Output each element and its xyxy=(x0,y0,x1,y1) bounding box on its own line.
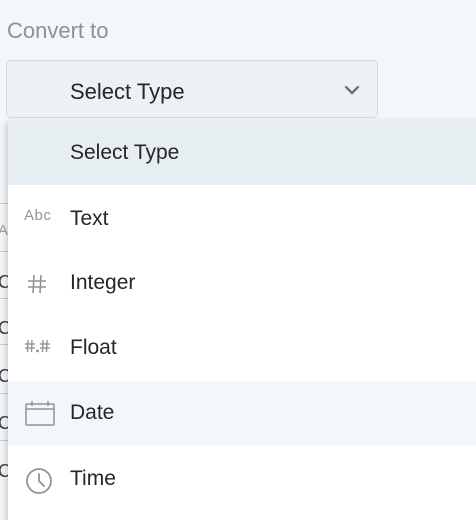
type-dropdown-menu: Select Type Abc Text Integer Float Date … xyxy=(8,120,476,520)
menu-item-text[interactable]: Abc Text xyxy=(8,185,476,250)
menu-item-label: Integer xyxy=(70,271,136,294)
menu-item-label: Select Type xyxy=(70,141,180,164)
menu-item-date[interactable]: Date xyxy=(8,381,476,446)
type-select[interactable]: Select Type xyxy=(6,60,378,118)
menu-item-label: Time xyxy=(70,467,116,490)
hash-icon xyxy=(28,274,46,294)
calendar-icon xyxy=(25,401,55,426)
menu-item-integer[interactable]: Integer xyxy=(8,251,476,316)
menu-item-float[interactable]: Float xyxy=(8,316,476,381)
menu-item-label: Date xyxy=(70,401,115,424)
decimal-icon xyxy=(25,339,50,353)
menu-item-label: Float xyxy=(70,336,117,359)
selected-type-value: Select Type xyxy=(70,79,185,104)
table-header-fragment: A xyxy=(0,222,9,239)
chevron-down-icon xyxy=(344,85,360,95)
menu-item-label: Text xyxy=(70,207,109,230)
menu-item-select-type[interactable]: Select Type xyxy=(8,120,476,185)
convert-to-label: Convert to xyxy=(7,18,109,43)
abc-icon-glyph: Abc xyxy=(24,207,52,224)
abc-icon: Abc xyxy=(24,203,58,233)
clock-icon xyxy=(26,468,52,494)
menu-item-time[interactable]: Time xyxy=(8,447,476,512)
